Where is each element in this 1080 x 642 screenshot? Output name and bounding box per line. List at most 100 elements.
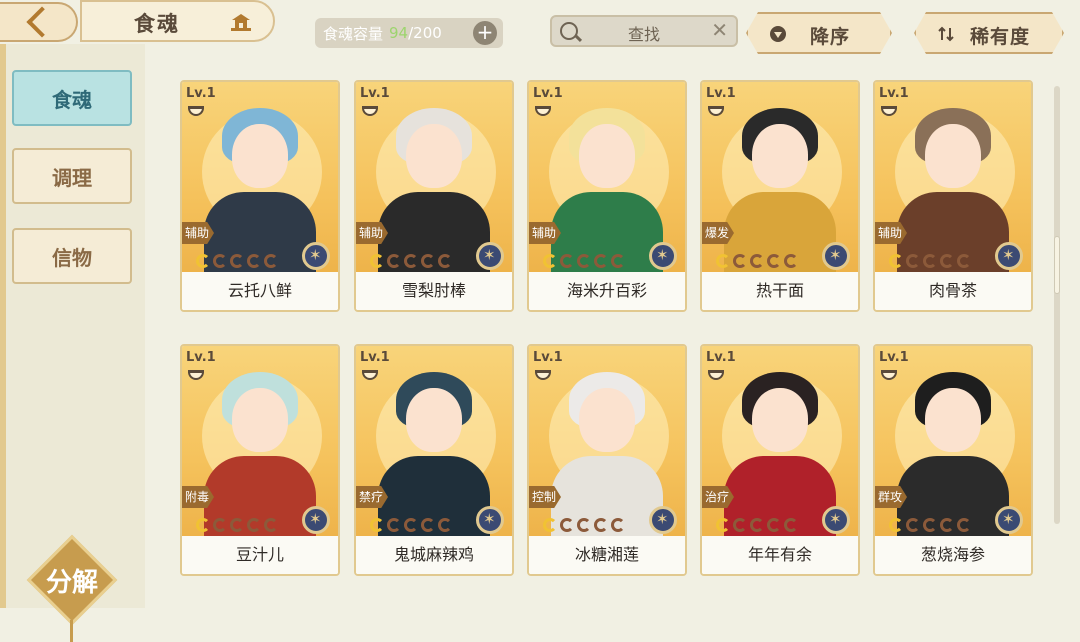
star-icon: [438, 254, 452, 268]
role-badge: 附毒: [182, 486, 214, 508]
scrollbar-thumb[interactable]: [1054, 236, 1060, 294]
food-soul-card[interactable]: Lv.1 爆发热干面: [700, 80, 860, 312]
role-badge: 辅助: [356, 222, 388, 244]
sort-order-button[interactable]: 降序: [746, 12, 892, 54]
star-icon: [716, 518, 730, 532]
star-icon: [750, 518, 764, 532]
food-soul-name: 葱烧海参: [875, 536, 1031, 574]
star-icon: [247, 518, 261, 532]
star-icon: [213, 254, 227, 268]
star-icon: [906, 518, 920, 532]
level-label: Lv.1: [879, 350, 909, 365]
star-icon: [404, 518, 418, 532]
star-icon: [733, 254, 747, 268]
food-soul-name: 年年有余: [702, 536, 858, 574]
star-rating: [370, 518, 452, 534]
star-icon: [957, 254, 971, 268]
level-label: Lv.1: [533, 86, 563, 101]
star-icon: [404, 254, 418, 268]
star-icon: [923, 518, 937, 532]
star-icon: [230, 518, 244, 532]
star-icon: [370, 518, 384, 532]
food-soul-grid: Lv.1 辅助云托八鲜 Lv.1 辅助雪梨肘棒 Lv.1 辅助海米升百彩 Lv.1 爆发热干面…: [180, 80, 1040, 600]
star-icon: [543, 254, 557, 268]
food-soul-name: 云托八鲜: [182, 272, 338, 310]
role-badge: 治疗: [702, 486, 734, 508]
role-badge: 辅助: [875, 222, 907, 244]
food-soul-card[interactable]: Lv.1 附毒豆汁儿: [180, 344, 340, 576]
element-medal-icon: [822, 506, 850, 534]
star-rating: [716, 254, 798, 270]
decompose-label: 分解: [45, 567, 98, 598]
search-label: 查找: [628, 25, 661, 44]
food-soul-card[interactable]: Lv.1 辅助雪梨肘棒: [354, 80, 514, 312]
star-icon: [438, 518, 452, 532]
star-icon: [387, 518, 401, 532]
star-icon: [940, 254, 954, 268]
level-label: Lv.1: [186, 86, 216, 101]
food-soul-card[interactable]: Lv.1 辅助海米升百彩: [527, 80, 687, 312]
role-badge: 爆发: [702, 222, 734, 244]
star-icon: [387, 254, 401, 268]
star-icon: [784, 518, 798, 532]
star-rating: [196, 254, 278, 270]
star-rating: [889, 518, 971, 534]
star-icon: [560, 518, 574, 532]
star-icon: [196, 518, 210, 532]
star-icon: [560, 254, 574, 268]
level-label: Lv.1: [533, 350, 563, 365]
scrollbar-track[interactable]: [1054, 86, 1060, 524]
tassel-icon: [70, 620, 73, 642]
decompose-button[interactable]: 分解: [26, 534, 118, 642]
tab-food-soul[interactable]: 食魂: [12, 70, 132, 126]
star-icon: [611, 518, 625, 532]
element-medal-icon: [995, 242, 1023, 270]
star-icon: [594, 518, 608, 532]
food-soul-name: 热干面: [702, 272, 858, 310]
pagoda-icon: [231, 14, 251, 31]
sidebar: 食魂 调理 信物 分解: [0, 44, 145, 642]
star-icon: [957, 518, 971, 532]
food-soul-card[interactable]: Lv.1 群攻葱烧海参: [873, 344, 1033, 576]
clear-icon[interactable]: ✕: [711, 18, 728, 42]
element-medal-icon: [302, 506, 330, 534]
food-soul-name: 海米升百彩: [529, 272, 685, 310]
food-soul-card[interactable]: Lv.1 治疗年年有余: [700, 344, 860, 576]
level-label: Lv.1: [706, 350, 736, 365]
capacity-max: /200: [408, 24, 442, 42]
food-soul-name: 鬼城麻辣鸡: [356, 536, 512, 574]
page-title: 食魂: [134, 11, 180, 36]
star-rating: [543, 254, 625, 270]
sort-rarity-button[interactable]: 稀有度: [914, 12, 1064, 54]
level-label: Lv.1: [360, 350, 390, 365]
food-soul-name: 豆汁儿: [182, 536, 338, 574]
food-soul-card[interactable]: Lv.1 禁疗鬼城麻辣鸡: [354, 344, 514, 576]
food-soul-name: 肉骨茶: [875, 272, 1031, 310]
star-icon: [230, 254, 244, 268]
top-bar: 食魂 食魂容量 94 /200 + 查找 ✕ 降序 稀有度: [0, 0, 1080, 62]
star-icon: [611, 254, 625, 268]
add-capacity-button[interactable]: +: [473, 21, 497, 45]
star-icon: [889, 518, 903, 532]
star-icon: [247, 254, 261, 268]
star-icon: [421, 518, 435, 532]
star-icon: [196, 254, 210, 268]
capacity-display: 食魂容量 94 /200 +: [315, 18, 503, 48]
food-soul-name: 雪梨肘棒: [356, 272, 512, 310]
search-button[interactable]: 查找 ✕: [550, 15, 738, 47]
food-soul-card[interactable]: Lv.1 控制冰糖湘莲: [527, 344, 687, 576]
star-icon: [543, 518, 557, 532]
back-button[interactable]: [0, 2, 78, 42]
sort-order-label: 降序: [810, 26, 851, 48]
star-icon: [750, 254, 764, 268]
food-soul-card[interactable]: Lv.1 辅助肉骨茶: [873, 80, 1033, 312]
tab-conditioning[interactable]: 调理: [12, 148, 132, 204]
star-icon: [264, 254, 278, 268]
star-icon: [716, 254, 730, 268]
sort-arrows-icon: [938, 26, 954, 42]
capacity-current: 94: [389, 24, 409, 42]
tab-token[interactable]: 信物: [12, 228, 132, 284]
role-badge: 群攻: [875, 486, 907, 508]
star-icon: [784, 254, 798, 268]
food-soul-card[interactable]: Lv.1 辅助云托八鲜: [180, 80, 340, 312]
